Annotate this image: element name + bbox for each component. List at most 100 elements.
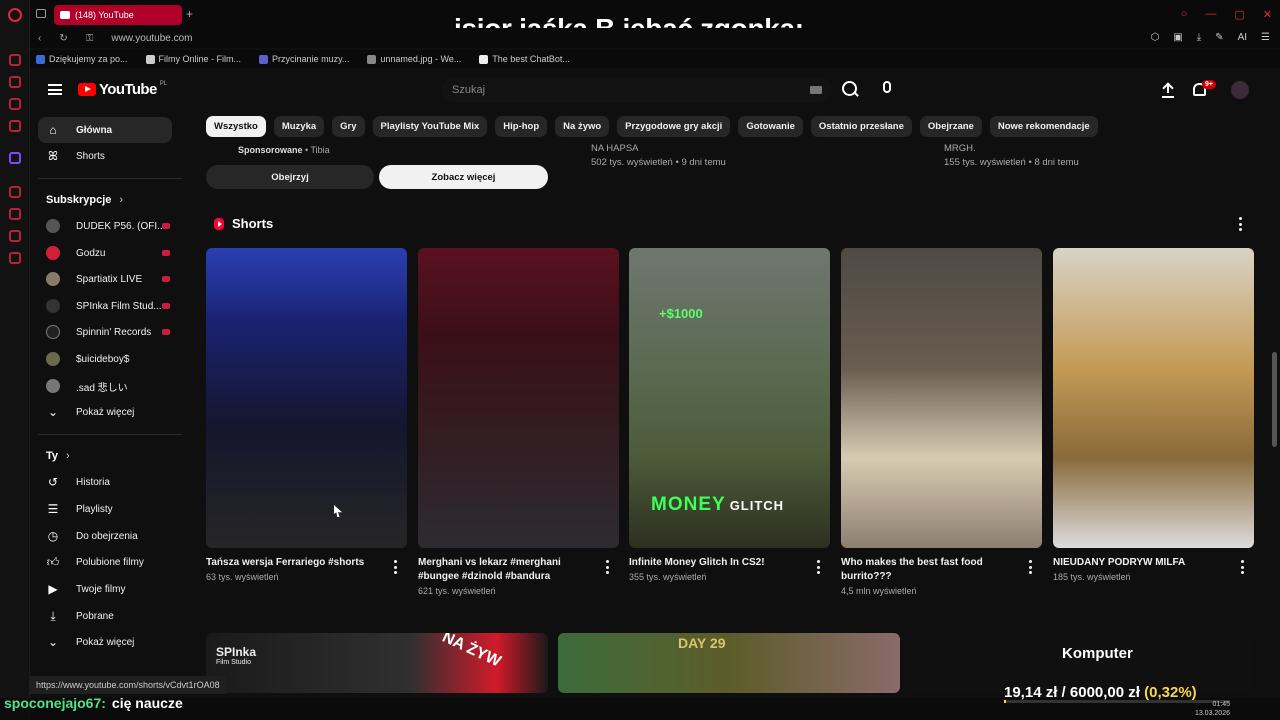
menu-icon[interactable]: ☰ (1261, 32, 1270, 43)
bookmark[interactable]: unnamed.jpg - We... (367, 54, 461, 64)
new-tab-icon[interactable]: + (186, 7, 193, 21)
messenger-icon[interactable] (9, 54, 21, 66)
sidebar-item-history[interactable]: ↺ Historia (38, 469, 172, 495)
chip[interactable]: Gotowanie (738, 116, 803, 137)
sidebar-item-playlists[interactable]: ☰ Playlisty (38, 496, 172, 522)
tab-grid-icon[interactable] (36, 9, 46, 18)
short-thumbnail[interactable]: +$1000 MONEY GLITCH (629, 248, 830, 548)
back-icon[interactable]: ‹ (38, 33, 41, 44)
chip[interactable]: Playlisty YouTube Mix (372, 116, 488, 137)
short-card[interactable]: +$1000 MONEY GLITCH Infinite Money Glitch… (629, 248, 830, 582)
search-tabs-icon[interactable]: ○ (1181, 8, 1188, 21)
chip[interactable]: Nowe rekomendacje (989, 116, 1098, 137)
sidebar-subscription[interactable]: Spinnin' Records (38, 319, 172, 345)
whatsapp-icon[interactable] (9, 76, 21, 88)
sidebar-item-your-videos[interactable]: ▶ Twoje filmy (38, 576, 172, 602)
subscriptions-show-more[interactable]: ⌄ Pokaż więcej (38, 399, 172, 425)
close-icon[interactable]: ✕ (1263, 8, 1272, 21)
you-heading[interactable]: Ty › (46, 450, 70, 462)
bookmark[interactable]: Filmy Online - Film... (145, 54, 241, 64)
hamburger-menu-icon[interactable] (48, 84, 62, 95)
live-indicator-icon (162, 223, 170, 229)
maximize-icon[interactable]: ▢ (1234, 8, 1244, 21)
extensions-icon[interactable]: ⬡ (1151, 32, 1160, 43)
short-title[interactable]: Merghani vs lekarz #merghani #bungee #dz… (418, 556, 598, 584)
channel-name[interactable]: NA HAPSA (591, 142, 726, 156)
keyboard-icon[interactable] (810, 86, 822, 94)
search-icon[interactable] (840, 79, 862, 101)
chip-all[interactable]: Wszystko (206, 116, 266, 137)
bookmark[interactable]: Przycinanie muzy... (259, 54, 349, 64)
chip[interactable]: Gry (332, 116, 365, 137)
chip[interactable]: Obejrzane (919, 116, 982, 137)
history-icon[interactable] (9, 230, 21, 242)
video-thumbnail[interactable]: DAY 29 (558, 633, 900, 693)
player-icon[interactable] (9, 186, 21, 198)
sidebar-item-downloads[interactable]: ⤓ Pobrane (38, 603, 172, 629)
settings-icon[interactable] (9, 252, 21, 264)
chip[interactable]: Przygodowe gry akcji (617, 116, 731, 137)
account-avatar[interactable] (1231, 81, 1249, 99)
short-thumbnail[interactable] (1053, 248, 1254, 548)
opera-logo-icon[interactable] (8, 8, 22, 22)
snapshot-icon[interactable]: ▣ (1173, 32, 1182, 43)
chip[interactable]: Na żywo (555, 116, 610, 137)
sidebar-item-shorts[interactable]: ꕤ Shorts (38, 143, 172, 169)
more-options-icon[interactable] (605, 560, 609, 574)
sidebar-subscription[interactable]: Godzu (38, 240, 172, 266)
sidebar-item-liked[interactable]: 👍︎ Polubione filmy (38, 549, 172, 575)
video-meta: NA HAPSA 502 tys. wyświetleń • 9 dni tem… (591, 142, 726, 170)
tab-youtube[interactable]: (148) YouTube (54, 5, 182, 25)
more-options-icon[interactable] (1240, 560, 1244, 574)
sidebar-subscription[interactable]: .sad 悲しい (38, 373, 172, 399)
you-show-more[interactable]: ⌄ Pokaż więcej (38, 629, 172, 655)
youtube-icon[interactable] (9, 120, 21, 132)
chip[interactable]: Ostatnio przesłane (810, 116, 912, 137)
twitch-icon[interactable] (9, 152, 21, 164)
instagram-icon[interactable] (9, 98, 21, 110)
aria-icon[interactable]: ✎ (1215, 32, 1223, 43)
sidebar-subscription[interactable]: DUDEK P56. (OFI... (38, 213, 172, 239)
short-title[interactable]: Who makes the best fast food burrito??? (841, 556, 1021, 584)
clock-icon[interactable] (9, 208, 21, 220)
more-options-icon[interactable] (816, 560, 820, 574)
more-options-icon[interactable] (393, 560, 397, 574)
short-title[interactable]: NIEUDANY PODRYW MILFA (1053, 556, 1233, 570)
sidebar-item-home[interactable]: ⌂ Główna (38, 117, 172, 143)
youtube-logo[interactable]: YouTube PL (78, 81, 167, 98)
short-title[interactable]: Infinite Money Glitch In CS2! (629, 556, 809, 570)
shorts-icon: ꕤ (48, 148, 58, 163)
chip[interactable]: Muzyka (273, 116, 325, 137)
short-title[interactable]: Tańsza wersja Ferrariego #shorts (206, 556, 386, 570)
bookmark[interactable]: The best ChatBot... (479, 54, 570, 64)
more-options-icon[interactable] (1028, 560, 1032, 574)
chip[interactable]: Hip-hop (495, 116, 548, 137)
sidebar-item-watch-later[interactable]: ◷ Do obejrzenia (38, 523, 172, 549)
more-options-icon[interactable] (1238, 217, 1242, 231)
short-card[interactable]: Merghani vs lekarz #merghani #bungee #dz… (418, 248, 619, 596)
search-input[interactable] (452, 84, 772, 96)
short-thumbnail[interactable] (206, 248, 407, 548)
reload-icon[interactable]: ↻ (59, 33, 67, 44)
page-scrollbar[interactable] (1272, 352, 1277, 447)
video-thumbnail[interactable]: SPInka Film Studio NA ŻYW (206, 633, 548, 693)
short-thumbnail[interactable] (418, 248, 619, 548)
microphone-icon[interactable] (883, 81, 891, 93)
upload-icon[interactable] (1162, 82, 1174, 98)
minimize-icon[interactable]: — (1205, 8, 1216, 21)
short-card[interactable]: Who makes the best fast food burrito??? … (841, 248, 1042, 596)
short-thumbnail[interactable] (841, 248, 1042, 548)
ai-label[interactable]: AI (1238, 32, 1247, 43)
sidebar-subscription[interactable]: $uicideboy$ (38, 346, 172, 372)
sidebar-subscription[interactable]: SPInka Film Stud... (38, 293, 172, 319)
downloads-icon[interactable]: ⤓ (1197, 32, 1201, 43)
short-card[interactable]: Tańsza wersja Ferrariego #shorts 63 tys.… (206, 248, 407, 582)
see-more-button[interactable]: Zobacz więcej (379, 165, 548, 189)
watch-ad-button[interactable]: Obejrzyj (206, 165, 374, 189)
url-field[interactable]: www.youtube.com (111, 33, 192, 44)
short-card[interactable]: NIEUDANY PODRYW MILFA 185 tys. wyświetle… (1053, 248, 1254, 582)
bookmark[interactable]: Dziękujemy za po... (36, 54, 128, 64)
subscriptions-heading[interactable]: Subskrypcje › (46, 194, 123, 206)
channel-name[interactable]: MRGH. (944, 142, 1079, 156)
sidebar-subscription[interactable]: Spartiatix LIVE (38, 266, 172, 292)
